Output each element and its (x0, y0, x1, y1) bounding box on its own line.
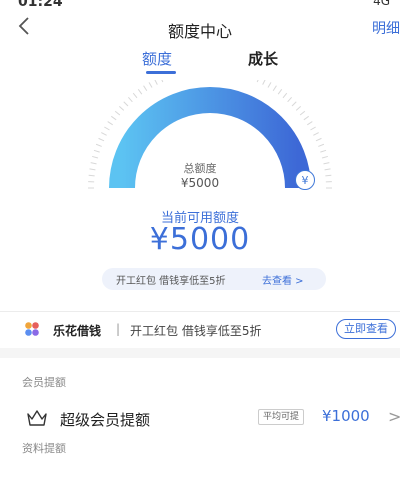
gauge-tick (262, 80, 266, 85)
gauge-tick (92, 155, 99, 159)
gauge-tick (114, 110, 121, 116)
detail-link[interactable]: 明细 (372, 18, 400, 38)
gauge-tick (277, 89, 283, 95)
promo-banner[interactable]: 开工红包 借钱享低至5折 去查看 > (102, 268, 326, 290)
super-vip-label: 超级会员提额 (60, 411, 151, 429)
crown-icon (26, 408, 48, 428)
gauge-tick (104, 126, 110, 131)
lehua-brand: 乐花借钱 (53, 324, 102, 338)
gauge-tick (303, 115, 309, 121)
status-time: 01:24 (18, 0, 63, 10)
gauge-tick (287, 97, 293, 103)
list-item[interactable] (0, 470, 400, 485)
data-section-title: 资料提额 (22, 442, 66, 455)
gauge-tick (127, 97, 133, 103)
gauge-tick (98, 137, 105, 142)
gauge-tick (315, 137, 322, 142)
total-quota-value: ¥5000 (180, 176, 220, 190)
gauge-tick (307, 121, 313, 126)
gauge-tick (321, 155, 328, 159)
gauge-tick (107, 121, 113, 126)
gauge-tick (282, 92, 288, 99)
available-quota-amount: ¥5000 (149, 222, 251, 257)
gauge-tick (101, 132, 107, 136)
gauge-tick (161, 80, 164, 83)
super-vip-row[interactable]: 超级会员提额 平均可提 ¥1000 > (0, 398, 400, 438)
page-title: 额度中心 (167, 22, 232, 41)
gauge-tick (154, 80, 158, 85)
gauge-tick (93, 149, 100, 153)
lehua-logo-icon (24, 321, 40, 337)
gauge-tick (148, 82, 153, 88)
section-gap (0, 348, 400, 358)
gauge-arc (88, 80, 332, 189)
gauge-tick (267, 82, 272, 88)
gauge-tick (137, 89, 143, 95)
member-section-title: 会员提额 (22, 376, 66, 389)
lehua-loan-row[interactable]: 乐花借钱 | 开工红包 借钱享低至5折 立即查看 (0, 312, 400, 348)
gauge-tick (291, 101, 297, 107)
gauge-tick (123, 101, 129, 107)
gauge-tick (313, 132, 319, 136)
total-quota-label: 总额度 (183, 162, 217, 175)
lehua-promo-text: 开工红包 借钱享低至5折 (130, 324, 262, 338)
yuan-badge-icon: ¥ (295, 170, 315, 190)
view-now-button[interactable]: 立即查看 (336, 319, 396, 339)
gauge-tick (295, 105, 301, 111)
nav-bar: 额度中心 明细 (0, 10, 400, 46)
gauge-tick (272, 85, 277, 91)
separator: | (116, 322, 121, 336)
tab-growth[interactable]: 成长 (248, 48, 278, 69)
status-network: 4G (373, 0, 390, 8)
tab-quota[interactable]: 额度 (142, 48, 172, 69)
vip-amount: ¥1000 (322, 407, 370, 425)
promo-text: 开工红包 借钱享低至5折 (116, 276, 226, 287)
gauge-tick (299, 110, 306, 116)
gauge-tick (111, 115, 117, 121)
gauge-tick (119, 105, 125, 111)
gauge-tick (310, 126, 316, 131)
gauge-tick (132, 92, 138, 99)
tab-bar: 额度 成长 (0, 44, 400, 78)
promo-view-link[interactable]: 去查看 > (262, 272, 304, 287)
tab-active-indicator (146, 71, 176, 74)
quota-gauge: 总额度 ¥5000 ¥ (0, 80, 400, 220)
average-badge: 平均可提 (258, 409, 305, 425)
gauge-tick (318, 143, 325, 147)
gauge-tick (95, 143, 102, 147)
gauge-tick (256, 80, 259, 83)
gauge-tick (143, 85, 148, 91)
chevron-right-icon: > (388, 407, 400, 426)
gauge-tick (320, 149, 327, 153)
